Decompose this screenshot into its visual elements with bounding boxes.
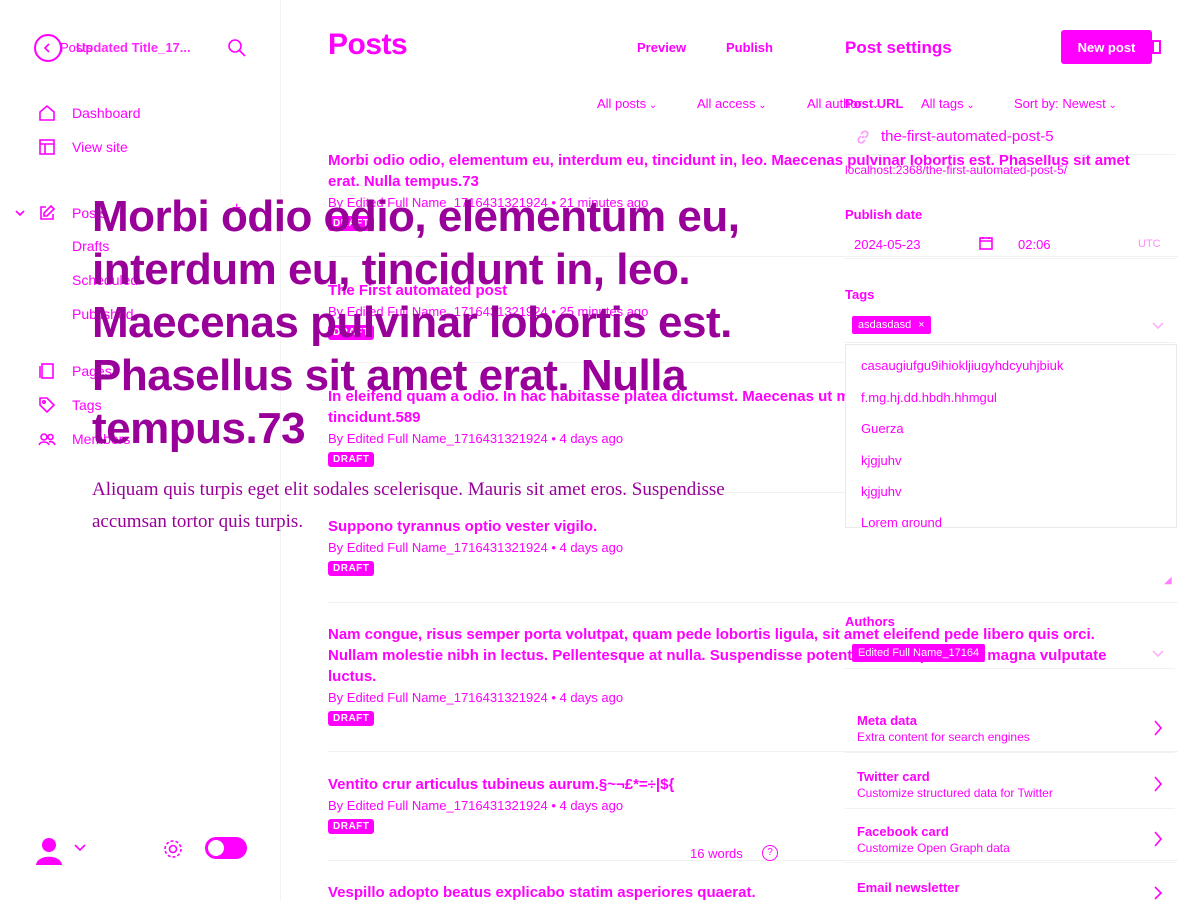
search-icon[interactable] [227,38,247,58]
home-icon [38,104,56,122]
filter-all-posts[interactable]: All posts [597,96,657,111]
filter-all-access[interactable]: All access [697,96,767,111]
post-title-ghost: Updated Title_17... [76,40,191,55]
sidebar-item-label: Dashboard [72,105,141,121]
divider [845,258,1175,259]
chevron-down-icon[interactable] [74,843,86,853]
post-url-label: Post URL [845,96,904,111]
status-badge: DRAFT [328,561,375,576]
email-newsletter-row[interactable]: Email newsletter [857,880,1177,895]
editor-title[interactable]: Morbi odio odio, elementum eu, interdum … [92,190,742,455]
divider [845,752,1175,753]
tag-option[interactable]: Lorem ground [861,515,942,527]
chevron-left-icon [43,43,53,53]
link-icon [856,130,870,144]
word-count: 16 words [690,846,743,861]
post-url-full: localhost:2368/the-first-automated-post-… [845,163,1068,177]
members-icon [38,430,56,448]
authors-input[interactable]: Edited Full Name_17164 [845,640,1175,669]
post-meta: By Edited Full Name_1716431321924 • 4 da… [328,798,624,813]
row-title: Facebook card [857,824,949,839]
sort-dropdown[interactable]: Sort by: Newest [1014,96,1117,111]
status-badge: DRAFT [328,711,375,726]
row-subtitle: Customize structured data for Twitter [857,786,1053,800]
divider [845,154,1175,155]
tag-icon [38,396,56,414]
theme-toggle[interactable] [205,837,247,859]
new-post-button[interactable]: New post [1061,30,1152,64]
post-meta: By Edited Full Name_1716431321924 • 4 da… [328,540,624,555]
time-input[interactable]: 02:06 [1018,237,1051,252]
calendar-icon[interactable] [979,236,993,250]
tag-chip-label: asdasdasd [858,319,912,331]
tag-option[interactable]: kjgjuhv [861,453,901,468]
pages-icon [38,362,56,380]
date-input[interactable]: 2024-05-23 [854,237,921,252]
tag-option[interactable]: Guerza [861,421,904,436]
editor-body[interactable]: Aliquam quis turpis eget elit sodales sc… [92,474,742,538]
authors-label: Authors [845,614,895,629]
chevron-down-icon[interactable] [1152,321,1164,331]
timezone-label: UTC [1138,238,1161,250]
row-subtitle: Customize Open Graph data [857,841,1010,855]
gear-icon[interactable] [162,838,184,860]
chevron-right-icon[interactable] [1153,831,1163,847]
tags-label: Tags [845,287,875,302]
resize-handle-icon[interactable]: ◢ [1164,575,1172,586]
settings-panel-toggle[interactable] [1152,40,1161,54]
tags-dropdown: casaugiufgu9ihiokljiugyhdcyuhjbiuk f.mg.… [845,344,1177,528]
status-badge: DRAFT [328,819,375,834]
page-title: Posts [328,28,408,61]
post-meta: By Edited Full Name_1716431321924 • 4 da… [328,690,624,705]
close-icon[interactable]: × [918,319,924,331]
meta-data-row[interactable]: Meta data Extra content for search engin… [857,713,1177,744]
divider [328,860,1178,861]
tag-option[interactable]: casaugiufgu9ihiokljiugyhdcyuhjbiuk [861,358,1063,373]
filter-all-tags[interactable]: All tags [921,96,975,111]
sidebar-item-label: View site [72,139,128,155]
sidebar-item-view-site[interactable]: View site [38,138,128,156]
facebook-card-row[interactable]: Facebook card Customize Open Graph data [857,824,1177,855]
back-button[interactable] [34,34,62,62]
layout-icon [38,138,56,156]
tag-option[interactable]: f.mg.hj.dd.hbdh.hhmgul [861,390,997,405]
row-title: Meta data [857,713,917,728]
author-chip[interactable]: Edited Full Name_17164 [852,644,986,662]
sidebar-item-dashboard[interactable]: Dashboard [38,104,141,122]
tag-chip[interactable]: asdasdasd × [852,316,931,334]
chevron-down-icon[interactable] [1152,649,1164,659]
divider [328,602,1178,603]
toggle-knob [208,840,224,856]
post-settings-title: Post settings [845,38,952,57]
publish-date-label: Publish date [845,207,923,222]
row-subtitle: Extra content for search engines [857,730,1030,744]
tags-input[interactable]: asdasdasd × [845,312,1175,343]
chevron-right-icon[interactable] [1153,720,1163,736]
divider [845,862,1175,863]
row-title: Email newsletter [857,880,960,895]
help-icon[interactable]: ? [762,845,778,861]
tag-option[interactable]: kjgjuhv [861,484,901,499]
user-avatar[interactable] [34,835,64,865]
chevron-right-icon[interactable] [1153,776,1163,792]
chevron-down-icon[interactable] [15,208,25,218]
row-title: Twitter card [857,769,930,784]
edit-icon [38,204,56,222]
post-url-input[interactable]: the-first-automated-post-5 [881,128,1054,145]
divider [845,808,1175,809]
publish-button[interactable]: Publish [726,40,773,55]
preview-button[interactable]: Preview [637,40,686,55]
twitter-card-row[interactable]: Twitter card Customize structured data f… [857,769,1177,800]
